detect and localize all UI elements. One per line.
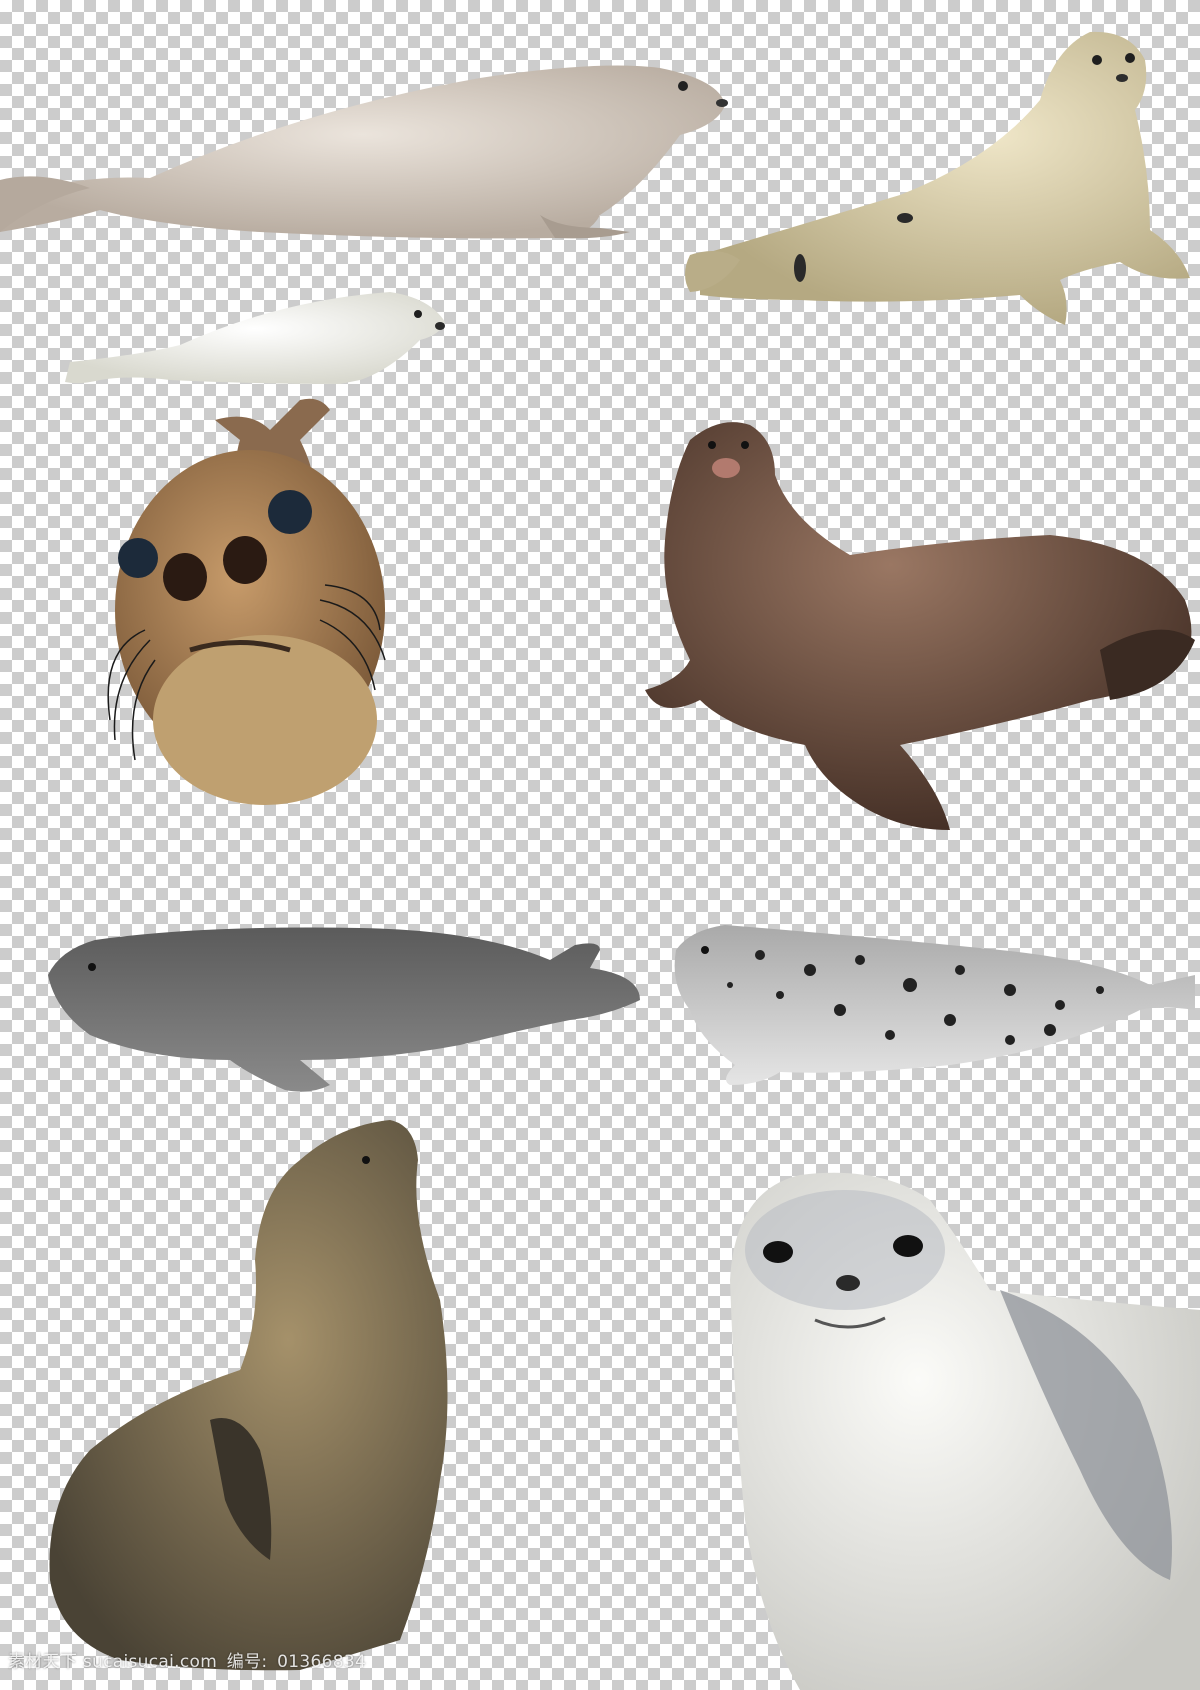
sea-lion-sitting: [645, 422, 1195, 830]
white-seal-closeup: [730, 1172, 1200, 1690]
watermark-site: 素材天下 sucaisucai.com: [8, 1652, 218, 1672]
bw-spotted-seal: [674, 925, 1195, 1085]
watermark-id-label: 编号:: [226, 1652, 268, 1672]
watermark-id-value: 01366834: [277, 1652, 367, 1672]
brown-seal-face: [107, 398, 386, 805]
white-seal-pup: [65, 292, 445, 384]
seal-collage: [0, 31, 1200, 1690]
spotted-seal-lying: [0, 65, 728, 239]
watermark: 素材天下 sucaisucai.com 编号: 01366834: [8, 1647, 370, 1672]
grey-seal-lying: [48, 927, 640, 1092]
harp-seal-raised: [685, 31, 1190, 325]
fur-seal-looking-up: [49, 1120, 448, 1671]
